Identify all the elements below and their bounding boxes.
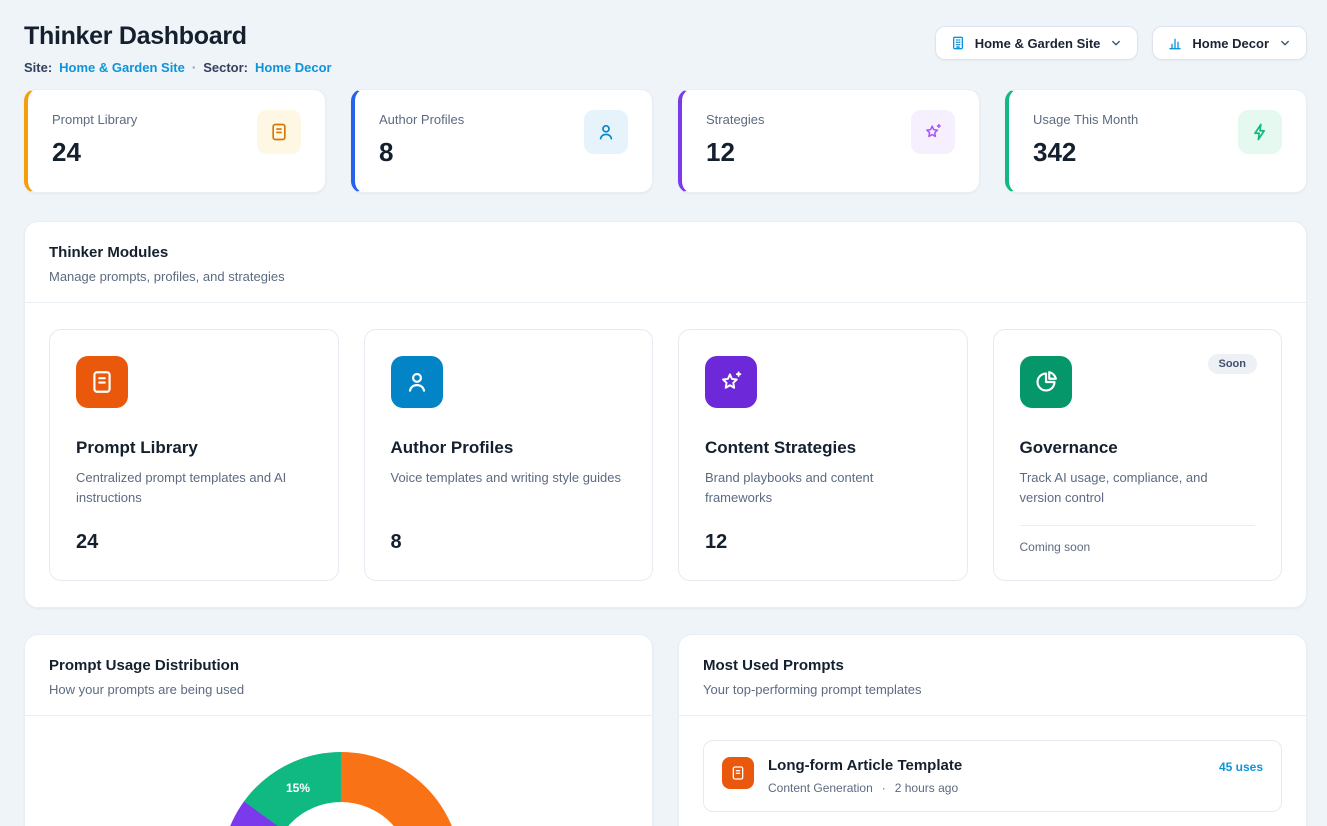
usage-chart-subtitle: How your prompts are being used: [49, 682, 628, 697]
sector-label: Sector:: [203, 60, 248, 75]
title-block: Thinker Dashboard Site: Home & Garden Si…: [24, 22, 332, 75]
donut-chart: 15%: [25, 716, 652, 826]
user-icon: [584, 110, 628, 154]
usage-chart-header: Prompt Usage Distribution How your promp…: [25, 635, 652, 716]
prompt-uses-badge: 45 uses: [1219, 757, 1263, 774]
prompt-item-meta: Content Generation · 2 hours ago: [768, 781, 962, 795]
module-description: Track AI usage, compliance, and version …: [1020, 468, 1252, 508]
chevron-down-icon: [1278, 36, 1292, 50]
soon-badge: Soon: [1208, 354, 1258, 374]
module-description: Brand playbooks and content frameworks: [705, 468, 937, 508]
prompt-item-title: Long-form Article Template: [768, 757, 962, 774]
most-used-header: Most Used Prompts Your top-performing pr…: [679, 635, 1306, 716]
stat-card-prompt-library: Prompt Library 24: [24, 89, 326, 193]
prompt-item-text: Long-form Article Template Content Gener…: [768, 757, 962, 795]
bottom-row: Prompt Usage Distribution How your promp…: [24, 634, 1307, 826]
usage-distribution-card: Prompt Usage Distribution How your promp…: [24, 634, 653, 826]
lightning-bolt-icon: [1238, 110, 1282, 154]
stat-card-author-profiles: Author Profiles 8: [351, 89, 653, 193]
module-title: Content Strategies: [705, 438, 941, 458]
sparkles-icon: [705, 356, 757, 408]
site-selector-dropdown[interactable]: Home & Garden Site: [935, 26, 1139, 60]
separator-dot: ·: [882, 781, 886, 795]
chevron-down-icon: [1109, 36, 1123, 50]
pie-chart-icon: [1020, 356, 1072, 408]
most-used-subtitle: Your top-performing prompt templates: [703, 682, 1282, 697]
dashboard-page: Thinker Dashboard Site: Home & Garden Si…: [0, 0, 1327, 826]
module-description: Centralized prompt templates and AI inst…: [76, 468, 308, 508]
building-icon: [950, 35, 966, 51]
module-description: Voice templates and writing style guides: [391, 468, 623, 488]
sector-selector-value: Home Decor: [1192, 36, 1269, 51]
most-used-title: Most Used Prompts: [703, 657, 1282, 674]
document-icon: [257, 110, 301, 154]
module-title: Prompt Library: [76, 438, 312, 458]
breadcrumb: Site: Home & Garden Site · Sector: Home …: [24, 60, 332, 75]
divider: [1020, 525, 1256, 526]
module-card-author-profiles[interactable]: Author Profiles Voice templates and writ…: [364, 329, 654, 581]
module-footer: Coming soon: [1020, 525, 1256, 554]
bar-chart-icon: [1167, 35, 1183, 51]
site-selector-value: Home & Garden Site: [975, 36, 1101, 51]
user-icon: [391, 356, 443, 408]
donut-ring: 15%: [221, 752, 461, 826]
selector-group: Home & Garden Site Home Decor: [935, 26, 1307, 60]
slice-label-green: 15%: [286, 781, 310, 795]
modules-subtitle: Manage prompts, profiles, and strategies: [49, 269, 1282, 284]
thinker-modules-panel: Thinker Modules Manage prompts, profiles…: [24, 221, 1307, 608]
sparkles-icon: [911, 110, 955, 154]
site-label: Site:: [24, 60, 52, 75]
modules-header: Thinker Modules Manage prompts, profiles…: [25, 222, 1306, 303]
coming-soon-text: Coming soon: [1020, 540, 1256, 554]
prompt-list-item[interactable]: Long-form Article Template Content Gener…: [703, 740, 1282, 812]
module-title: Author Profiles: [391, 438, 627, 458]
prompt-time: 2 hours ago: [895, 781, 958, 795]
separator-dot: ·: [192, 60, 196, 75]
module-card-governance[interactable]: Soon Governance Track AI usage, complian…: [993, 329, 1283, 581]
module-count: 8: [391, 531, 627, 554]
sector-link[interactable]: Home Decor: [255, 60, 332, 75]
most-used-prompts-card: Most Used Prompts Your top-performing pr…: [678, 634, 1307, 826]
donut-hole: [271, 802, 411, 826]
prompt-list: Long-form Article Template Content Gener…: [679, 716, 1306, 826]
topbar: Thinker Dashboard Site: Home & Garden Si…: [24, 22, 1307, 75]
module-count: 12: [705, 531, 941, 554]
prompt-category: Content Generation: [768, 781, 873, 795]
modules-grid: Prompt Library Centralized prompt templa…: [25, 303, 1306, 607]
module-card-prompt-library[interactable]: Prompt Library Centralized prompt templa…: [49, 329, 339, 581]
stats-row: Prompt Library 24 Author Profiles 8 Stra…: [24, 89, 1307, 193]
page-title: Thinker Dashboard: [24, 22, 332, 51]
site-link[interactable]: Home & Garden Site: [59, 60, 185, 75]
module-title: Governance: [1020, 438, 1256, 458]
usage-chart-title: Prompt Usage Distribution: [49, 657, 628, 674]
module-count: 24: [76, 531, 312, 554]
stat-card-strategies: Strategies 12: [678, 89, 980, 193]
modules-title: Thinker Modules: [49, 244, 1282, 261]
document-icon: [76, 356, 128, 408]
document-icon: [722, 757, 754, 789]
module-card-content-strategies[interactable]: Content Strategies Brand playbooks and c…: [678, 329, 968, 581]
sector-selector-dropdown[interactable]: Home Decor: [1152, 26, 1307, 60]
stat-card-usage: Usage This Month 342: [1005, 89, 1307, 193]
